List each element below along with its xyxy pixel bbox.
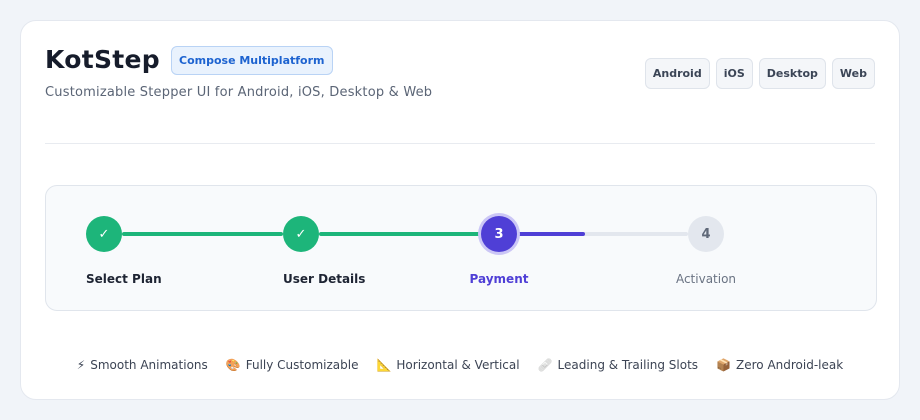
check-icon: ✓ <box>98 226 110 242</box>
package-icon: 📦 <box>716 358 732 372</box>
feature-label: Zero Android-leak <box>736 358 844 372</box>
app-subtitle: Customizable Stepper UI for Android, iOS… <box>45 85 433 100</box>
step-connector-2 <box>319 232 481 236</box>
step-number: 3 <box>494 226 504 242</box>
feature-label: Fully Customizable <box>245 358 359 372</box>
step-label-2: User Details <box>283 272 366 286</box>
step-number: 4 <box>701 226 711 242</box>
step-connector-progress <box>517 232 586 236</box>
step-connector-1 <box>122 232 283 236</box>
stepper-panel: ✓ Select Plan ✓ User Details 3 Payment 4 Activa… <box>45 185 877 311</box>
feature-item: 📐 Horizontal & Vertical <box>376 358 519 372</box>
check-icon: ✓ <box>295 226 307 242</box>
feature-label: Smooth Animations <box>90 358 208 372</box>
app-title: KotStep <box>45 45 160 74</box>
feature-item: 🎨 Fully Customizable <box>226 358 359 372</box>
platform-chip-ios: iOS <box>715 58 753 89</box>
feature-list: ⚡ Smooth Animations 🎨 Fully Customizable 📐 Ho… <box>21 358 899 372</box>
step-circle-4[interactable]: 4 <box>688 216 724 252</box>
feature-label: Leading & Trailing Slots <box>557 358 699 372</box>
step-label-3: Payment <box>469 272 529 286</box>
feature-item: 🩹 Leading & Trailing Slots <box>538 358 698 372</box>
platform-chip-desktop: Desktop <box>758 58 826 89</box>
header-divider <box>45 143 875 144</box>
platform-chips: Android iOS Desktop Web <box>644 58 875 89</box>
step-label-4: Activation <box>675 272 737 286</box>
triangle-ruler-icon: 📐 <box>376 358 392 372</box>
feature-item: 📦 Zero Android-leak <box>716 358 843 372</box>
step-circle-2[interactable]: ✓ <box>283 216 319 252</box>
step-circle-3[interactable]: 3 <box>481 216 517 252</box>
platform-chip-android: Android <box>644 58 710 89</box>
framework-badge: Compose Multiplatform <box>171 46 333 75</box>
step-circle-1[interactable]: ✓ <box>86 216 122 252</box>
feature-item: ⚡ Smooth Animations <box>77 358 208 372</box>
bandage-icon: 🩹 <box>537 358 553 372</box>
platform-chip-web: Web <box>831 58 875 89</box>
feature-label: Horizontal & Vertical <box>396 358 520 372</box>
lightning-icon: ⚡ <box>76 358 86 372</box>
step-label-1: Select Plan <box>86 272 162 286</box>
palette-icon: 🎨 <box>225 358 241 372</box>
kotstep-card: KotStep Compose Multiplatform Customizab… <box>20 20 900 400</box>
